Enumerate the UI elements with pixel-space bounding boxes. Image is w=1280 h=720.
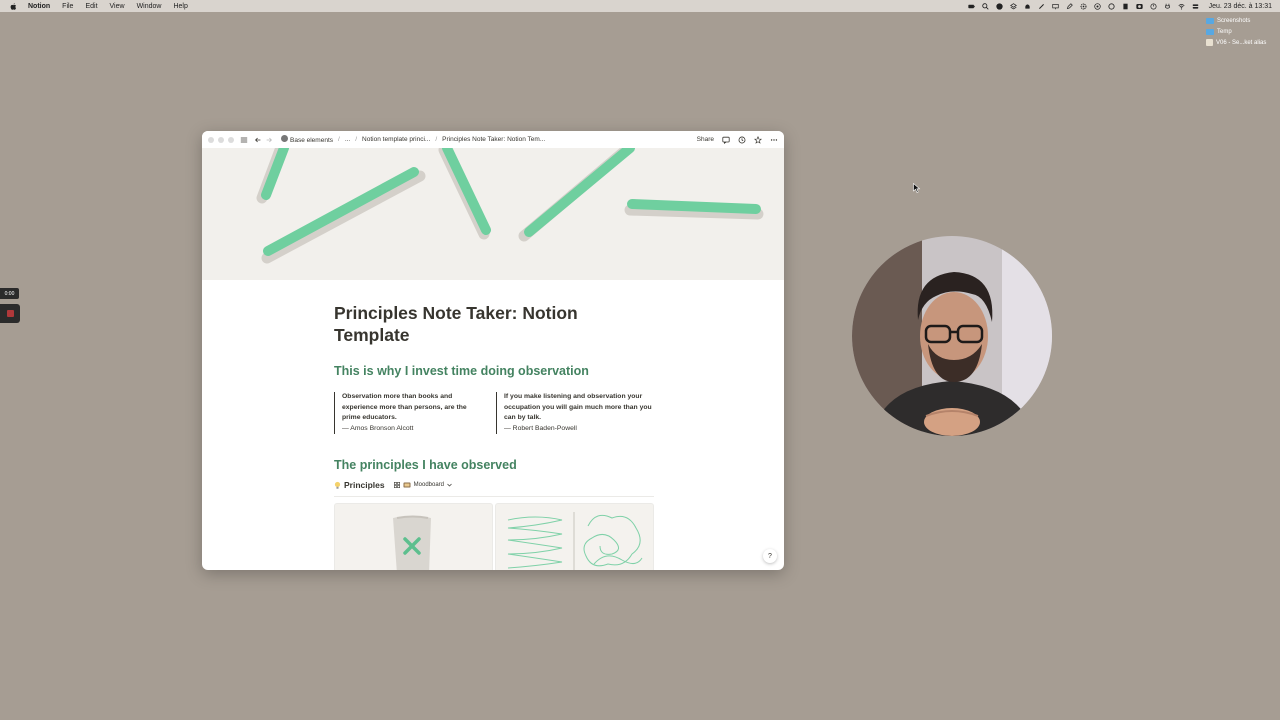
desktop-folder-temp[interactable]: Temp: [1206, 26, 1270, 37]
stop-icon: [6, 310, 14, 317]
back-arrow-icon[interactable]: [254, 136, 262, 144]
moodboard-emoji-icon: [403, 482, 411, 488]
menu-clock[interactable]: Jeu. 23 déc. à 13:31: [1209, 3, 1272, 10]
share-button[interactable]: Share: [697, 136, 714, 143]
folder-icon: [1206, 17, 1214, 24]
display-icon[interactable]: [1051, 3, 1059, 10]
desktop-item-label: V06 - Se...ket alias: [1216, 39, 1267, 46]
timer-icon[interactable]: [1150, 2, 1157, 10]
page-icon: [281, 135, 288, 142]
apple-icon[interactable]: [9, 2, 18, 11]
wifi-icon[interactable]: [1178, 3, 1185, 10]
camera-icon[interactable]: [1135, 3, 1143, 10]
stop-recording-button[interactable]: [0, 304, 20, 323]
breadcrumb-separator: /: [355, 136, 358, 143]
database-title[interactable]: Principles: [344, 480, 385, 490]
database-divider: [334, 496, 654, 497]
desktop-file-alias[interactable]: V06 - Se...ket alias: [1206, 37, 1270, 48]
desktop-items: Screenshots Temp V06 - Se...ket alias: [1206, 15, 1270, 48]
desktop-item-label: Screenshots: [1217, 17, 1251, 24]
control-center-icon[interactable]: [1192, 3, 1199, 10]
desktop-item-label: Temp: [1217, 28, 1232, 35]
quote-text: Observation more than books and experien…: [342, 393, 467, 421]
menu-bar: Notion File Edit View Window Help Jeu. 2…: [0, 0, 1280, 12]
app-status-icon[interactable]: [995, 2, 1003, 10]
message-icon[interactable]: [1107, 2, 1115, 10]
status-area: Jeu. 23 déc. à 13:31: [967, 0, 1272, 12]
breadcrumb-separator: /: [435, 136, 438, 143]
recording-timer: 0:00: [0, 288, 19, 299]
quote-block[interactable]: If you make listening and observation yo…: [496, 392, 654, 434]
menu-view[interactable]: View: [110, 3, 125, 10]
database-view-selector[interactable]: Moodboard: [393, 482, 452, 488]
breadcrumb-base-elements[interactable]: Base elements: [281, 135, 333, 144]
pen-icon[interactable]: [1038, 3, 1045, 10]
battery-icon[interactable]: [967, 3, 975, 10]
minimize-window-button[interactable]: [218, 136, 224, 143]
page-cover[interactable]: [202, 148, 784, 280]
menu-edit[interactable]: Edit: [85, 3, 97, 10]
gallery-card[interactable]: [495, 503, 654, 570]
card-cover-lines-illustration: [507, 512, 643, 570]
comment-icon[interactable]: [722, 136, 730, 144]
more-options-icon[interactable]: [770, 136, 778, 144]
pencil-icon[interactable]: [1066, 2, 1073, 10]
menu-help[interactable]: Help: [173, 3, 187, 10]
card-cover-x-illustration: [393, 515, 431, 570]
breadcrumb-template-principles[interactable]: Notion template princi...: [362, 136, 430, 143]
title-bar: Base elements / ... / Notion template pr…: [202, 131, 784, 148]
search-icon[interactable]: [981, 2, 989, 10]
database-view-label: Moodboard: [413, 482, 444, 488]
zoom-window-button[interactable]: [228, 136, 234, 143]
history-clock-icon[interactable]: [738, 136, 746, 144]
chevron-down-icon: [447, 483, 452, 487]
cloud-icon[interactable]: [1024, 3, 1031, 10]
quotes-columns: Observation more than books and experien…: [334, 392, 654, 434]
gallery-card[interactable]: [334, 503, 493, 570]
plugin-icon[interactable]: [1164, 3, 1171, 10]
section-heading-principles[interactable]: The principles I have observed: [334, 458, 517, 472]
section-heading-observation[interactable]: This is why I invest time doing observat…: [334, 364, 589, 378]
document-icon[interactable]: [1122, 3, 1129, 10]
quote-block[interactable]: Observation more than books and experien…: [334, 392, 492, 434]
page-title[interactable]: Principles Note Taker: Notion Template: [334, 302, 634, 346]
breadcrumb-ellipsis[interactable]: ...: [345, 136, 350, 143]
help-button[interactable]: ?: [763, 549, 777, 563]
breadcrumb-current-page[interactable]: Principles Note Taker: Notion Tem...: [442, 136, 545, 143]
menu-file[interactable]: File: [62, 3, 73, 10]
lightbulb-icon: [334, 481, 341, 489]
forward-arrow-icon[interactable]: [265, 136, 273, 144]
breadcrumb: Base elements / ... / Notion template pr…: [281, 135, 545, 144]
favorite-star-icon[interactable]: [754, 135, 762, 144]
music-icon[interactable]: [1093, 2, 1101, 10]
quote-author: — Robert Baden-Powell: [504, 424, 577, 432]
quote-text: If you make listening and observation yo…: [504, 393, 652, 421]
folder-icon: [1206, 28, 1214, 35]
mouse-cursor-icon: [913, 183, 921, 193]
topbar-actions: Share: [697, 131, 778, 148]
gallery-grid-icon: [393, 482, 400, 488]
sidebar-toggle-icon[interactable]: [240, 136, 248, 144]
notion-window: Base elements / ... / Notion template pr…: [202, 131, 784, 570]
cover-brush-strokes-illustration: [256, 148, 764, 264]
menu-window[interactable]: Window: [137, 3, 162, 10]
webcam-overlay[interactable]: [852, 236, 1052, 436]
menu-app-name[interactable]: Notion: [28, 3, 50, 10]
breadcrumb-separator: /: [338, 136, 340, 143]
window-controls: [208, 136, 234, 143]
close-window-button[interactable]: [208, 136, 214, 143]
database-header: Principles Moodboard: [334, 480, 452, 490]
presenter-video-feed: [852, 236, 1052, 436]
file-icon: [1206, 39, 1213, 46]
layers-icon[interactable]: [1009, 2, 1017, 10]
gear-icon[interactable]: [1080, 3, 1087, 10]
gallery-cards: [334, 503, 654, 570]
quote-author: — Amos Bronson Alcott: [342, 424, 414, 432]
desktop-folder-screenshots[interactable]: Screenshots: [1206, 15, 1270, 26]
